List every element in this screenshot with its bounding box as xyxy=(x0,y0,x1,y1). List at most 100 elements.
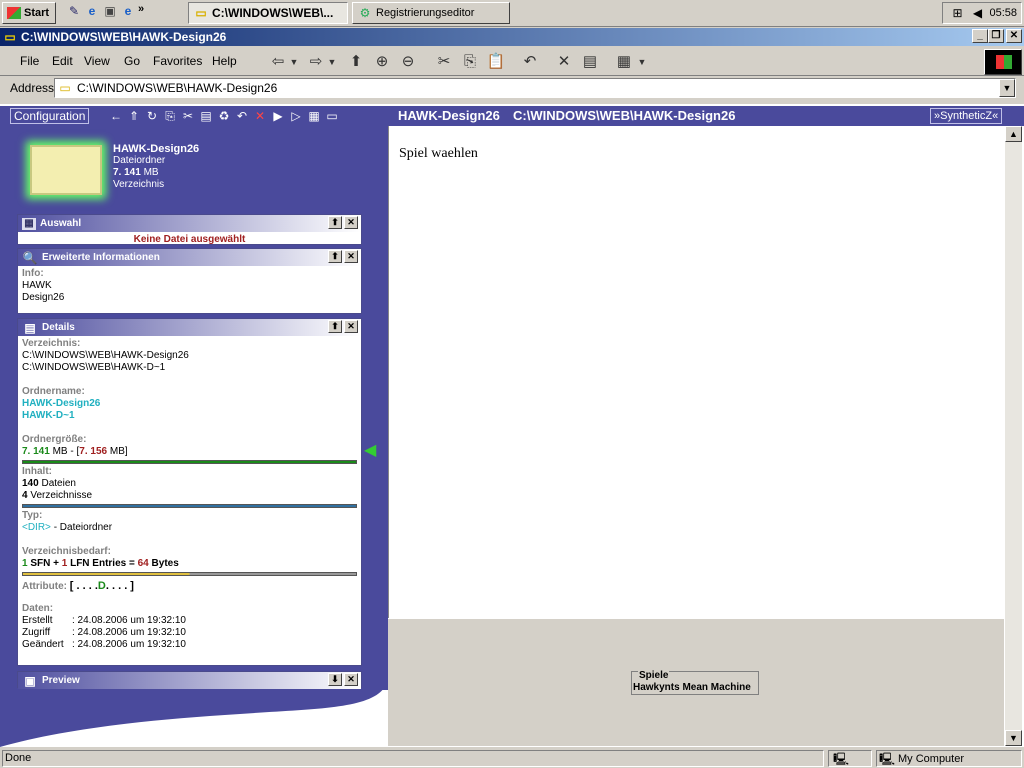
menu-go[interactable]: Go xyxy=(124,54,140,68)
volume-icon[interactable]: ◀ xyxy=(969,5,985,21)
info-header[interactable]: 🔍 Erweiterte Informationen ⬆ ✕ xyxy=(18,249,361,266)
calendar-icon: ▦ xyxy=(22,217,36,230)
changed-label: Geändert xyxy=(22,639,64,650)
open-with-icon[interactable]: ▷ xyxy=(288,108,304,124)
refresh-icon[interactable]: ↻ xyxy=(144,108,160,124)
preview-header[interactable]: ▣ Preview ⬇ ✕ xyxy=(18,672,361,689)
paste-icon[interactable]: 📋 xyxy=(486,52,506,72)
bytes-label: Bytes xyxy=(151,558,179,569)
restore-button[interactable]: ❐ xyxy=(988,29,1004,43)
map-drive-icon[interactable]: ⊕ xyxy=(372,52,392,72)
up-icon[interactable]: ⇑ xyxy=(126,108,142,124)
address-input[interactable]: ▭ C:\WINDOWS\WEB\HAWK-Design26 ▼ xyxy=(54,78,1016,98)
close-x-icon[interactable]: ✕ xyxy=(344,673,358,686)
task-regedit[interactable]: ⚙ Registrierungseditor xyxy=(352,2,510,24)
desktop-icon[interactable]: ▣ xyxy=(102,3,118,19)
expand-down-icon[interactable]: ⬇ xyxy=(328,673,342,686)
menu-view[interactable]: View xyxy=(84,54,110,68)
content-bar xyxy=(22,504,357,508)
menu-file[interactable]: File xyxy=(20,54,39,68)
disconnect-icon[interactable]: ⊖ xyxy=(398,52,418,72)
scroll-down-icon[interactable]: ▼ xyxy=(1005,730,1022,746)
preview-title: Preview xyxy=(42,675,80,686)
menu-edit[interactable]: Edit xyxy=(52,54,73,68)
forward-dropdown-icon[interactable]: ▼ xyxy=(326,52,338,72)
properties-icon[interactable]: ▤ xyxy=(580,52,600,72)
ie2-icon[interactable]: e xyxy=(120,3,136,19)
name-short: HAWK-D~1 xyxy=(22,410,75,421)
sfn-count: 1 xyxy=(22,558,28,569)
collapse-panel-icon[interactable]: ◀ xyxy=(364,440,376,460)
cut-icon[interactable]: ✂ xyxy=(180,108,196,124)
windows-flag-icon xyxy=(996,55,1012,69)
req-bar xyxy=(22,572,357,576)
back-dropdown-icon[interactable]: ▼ xyxy=(288,52,300,72)
close-button[interactable]: ✕ xyxy=(1006,29,1022,43)
created-value: : 24.08.2006 um 19:32:10 xyxy=(72,615,186,626)
close-x-icon[interactable]: ✕ xyxy=(344,216,358,229)
collapse-up-icon[interactable]: ⬆ xyxy=(328,320,342,333)
recycle-icon[interactable]: ♻ xyxy=(216,108,232,124)
edit-icon[interactable]: ✎ xyxy=(66,3,82,19)
window-icon[interactable]: ▭ xyxy=(324,108,340,124)
selection-message: Keine Datei ausgewählt xyxy=(133,234,246,245)
attr-open: [ . . . . xyxy=(69,580,98,592)
type-text: - Dateiordner xyxy=(53,522,113,533)
folder-header: HAWK-Design26 Dateiordner 7. 141 MB Verz… xyxy=(113,143,199,191)
games-area: Spiele Hawkynts Mean Machine xyxy=(388,618,1004,746)
quick-launch-chevron[interactable]: » xyxy=(138,3,144,19)
brand-link[interactable]: »SyntheticZ« xyxy=(930,108,1003,124)
scrollbar[interactable]: ▲ ▼ xyxy=(1005,126,1022,746)
copy-icon[interactable]: ⎘ xyxy=(162,108,178,124)
back-icon[interactable]: ⇦ xyxy=(268,52,288,72)
menu-help[interactable]: Help xyxy=(212,54,237,68)
address-dropdown-icon[interactable]: ▼ xyxy=(999,79,1015,97)
delete-icon[interactable]: ✕ xyxy=(554,52,574,72)
undo-icon[interactable]: ↶ xyxy=(520,52,540,72)
open-icon[interactable]: ▶ xyxy=(270,108,286,124)
paste-icon[interactable]: ▤ xyxy=(198,108,214,124)
undo-icon[interactable]: ↶ xyxy=(234,108,250,124)
collapse-up-icon[interactable]: ⬆ xyxy=(328,216,342,229)
left-panel-wave xyxy=(0,690,388,747)
task-explorer-label: C:\WINDOWS\WEB\... xyxy=(212,6,334,20)
up-folder-icon[interactable]: ⬆ xyxy=(346,52,366,72)
folder-kind: Verzeichnis xyxy=(113,179,165,190)
collapse-up-icon[interactable]: ⬆ xyxy=(328,250,342,263)
cut-icon[interactable]: ✂ xyxy=(434,52,454,72)
network-icon[interactable]: ⊞ xyxy=(949,5,965,21)
content-label: Inhalt: xyxy=(22,466,52,477)
attr-label: Attribute: xyxy=(22,581,67,592)
details-header[interactable]: ▤ Details ⬆ ✕ xyxy=(18,319,361,336)
forward-icon[interactable]: ⇨ xyxy=(306,52,326,72)
minimize-button[interactable]: _ xyxy=(972,29,988,43)
menu-toolbar: File Edit View Go Favorites Help ⇦ ▼ ⇨ ▼… xyxy=(0,47,1024,76)
views-dropdown-icon[interactable]: ▼ xyxy=(636,52,648,72)
configuration-button[interactable]: Configuration xyxy=(10,108,90,124)
views-icon[interactable]: ▦ xyxy=(614,52,634,72)
info-label: Info: xyxy=(22,268,44,279)
copy-icon[interactable]: ⎘ xyxy=(460,52,480,72)
start-label: Start xyxy=(24,7,50,19)
delete-icon[interactable]: ✕ xyxy=(252,108,268,124)
dirs-count: 4 xyxy=(22,490,28,501)
size-unit: MB] xyxy=(109,446,128,457)
scroll-up-icon[interactable]: ▲ xyxy=(1005,126,1022,142)
system-tray: ⊞ ◀ 05:58 xyxy=(942,2,1022,24)
game-item[interactable]: Hawkynts Mean Machine xyxy=(633,682,751,693)
attr-close: . . . . ] xyxy=(105,580,134,592)
quick-launch: ✎ e ▣ e » xyxy=(66,3,144,19)
task-explorer[interactable]: ▭ C:\WINDOWS\WEB\... xyxy=(188,2,348,24)
computer-small-icon: 🖳 xyxy=(833,752,850,766)
auswahl-header[interactable]: ▦ Auswahl ⬆ ✕ xyxy=(18,215,361,232)
back-icon[interactable]: ← xyxy=(108,108,124,124)
clock: 05:58 xyxy=(989,7,1017,19)
ie-icon[interactable]: e xyxy=(84,3,100,19)
close-x-icon[interactable]: ✕ xyxy=(344,320,358,333)
folder-size-unit: MB xyxy=(143,167,159,178)
start-button[interactable]: Start xyxy=(2,2,56,24)
menu-favorites[interactable]: Favorites xyxy=(153,54,202,68)
dir-short: C:\WINDOWS\WEB\HAWK-D~1 xyxy=(22,362,166,373)
close-x-icon[interactable]: ✕ xyxy=(344,250,358,263)
properties-icon[interactable]: ▦ xyxy=(306,108,322,124)
